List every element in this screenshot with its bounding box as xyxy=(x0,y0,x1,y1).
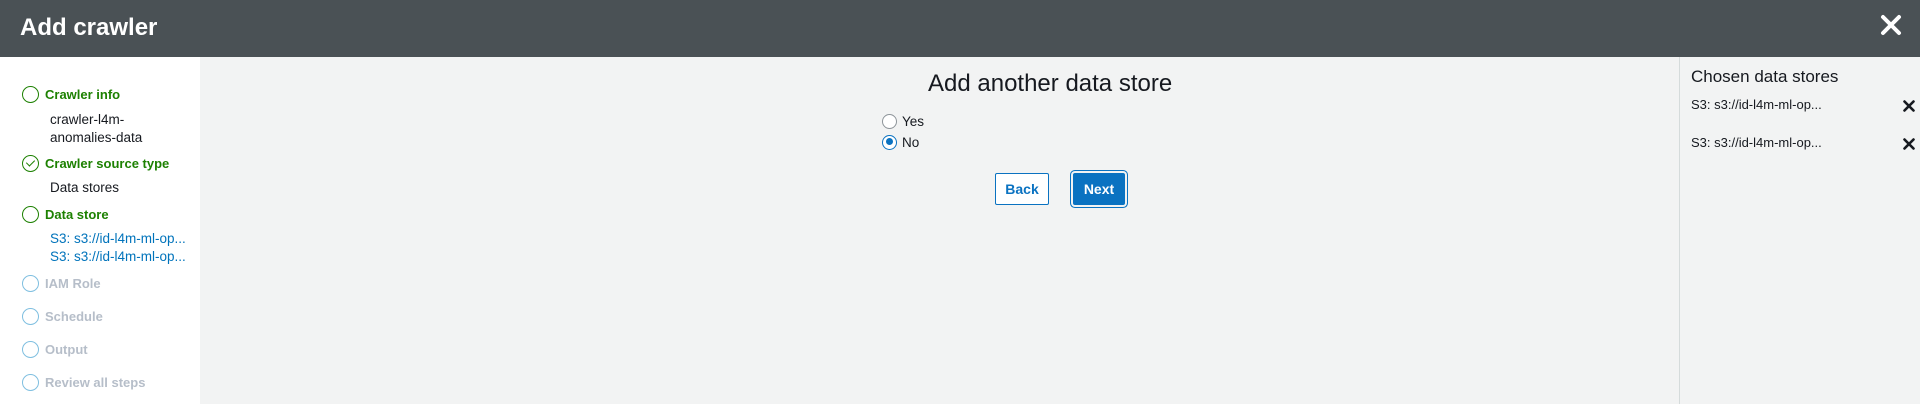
back-button[interactable]: Back xyxy=(995,173,1049,205)
remove-icon[interactable] xyxy=(1902,99,1916,113)
data-store-link[interactable]: S3: s3://id-l4m-ml-op... xyxy=(50,248,186,266)
step-label: IAM Role xyxy=(45,276,101,291)
close-icon[interactable] xyxy=(1878,12,1904,38)
step-circle-icon xyxy=(22,206,39,223)
step-label: Review all steps xyxy=(45,375,146,390)
radio-label: Yes xyxy=(902,113,925,129)
chosen-data-stores-panel: Chosen data stores S3: s3://id-l4m-ml-op… xyxy=(1679,57,1920,404)
radio-button[interactable] xyxy=(882,134,897,150)
radio-button[interactable] xyxy=(882,113,897,129)
remove-icon[interactable] xyxy=(1902,137,1916,151)
radio-label: No xyxy=(902,134,920,150)
step-label: Crawler source type xyxy=(45,156,170,171)
step-label: Crawler info xyxy=(45,87,121,102)
panel-title: Chosen data stores xyxy=(1691,67,1839,86)
check-circle-icon xyxy=(22,155,39,172)
step-detail: anomalies-data xyxy=(50,130,143,145)
section-title: Add another data store xyxy=(928,70,1173,97)
step-circle-icon xyxy=(22,374,39,391)
step-detail: Data stores xyxy=(50,180,120,195)
modal-header: Add crawler xyxy=(0,0,1920,57)
store-path: S3: s3://id-l4m-ml-op... xyxy=(1691,135,1822,150)
step-circle-icon xyxy=(22,86,39,103)
step-detail: crawler-l4m- xyxy=(50,112,125,127)
wizard-steps-sidebar: Crawler info crawler-l4m- anomalies-data… xyxy=(0,57,200,404)
step-label: Data store xyxy=(45,207,109,222)
step-circle-icon xyxy=(22,275,39,292)
next-button[interactable]: Next xyxy=(1073,173,1125,205)
radio-option-no[interactable]: No xyxy=(882,133,919,151)
data-store-link[interactable]: S3: s3://id-l4m-ml-op... xyxy=(50,230,186,248)
step-circle-icon xyxy=(22,341,39,358)
chosen-store-item: S3: s3://id-l4m-ml-op... xyxy=(1691,135,1916,153)
store-path: S3: s3://id-l4m-ml-op... xyxy=(1691,97,1822,112)
step-label: Output xyxy=(45,342,88,357)
page-title: Add crawler xyxy=(20,14,158,41)
step-label: Schedule xyxy=(45,309,103,324)
radio-option-yes[interactable]: Yes xyxy=(882,112,924,130)
chosen-store-item: S3: s3://id-l4m-ml-op... xyxy=(1691,97,1916,115)
step-circle-icon xyxy=(22,308,39,325)
